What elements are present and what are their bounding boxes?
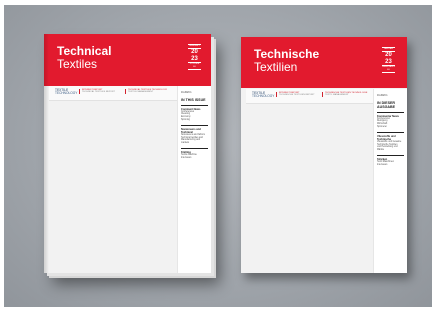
headline-strip: TEXTILE TECHNOLOGY INTEREST REPORT TECHN… [246, 89, 373, 104]
magazine-cover-german: Technische Textilien JANUAR 20 23 JAHRGA… [241, 37, 407, 273]
sidebar-date: 01 2023 1 [181, 91, 192, 94]
headline-subtitle: TECHNISCHE TEXTILIEN REPORT [279, 94, 315, 97]
cover-title-bold: Technical [57, 44, 112, 58]
cover-title-light: Textilien [254, 59, 298, 74]
publisher-logo: TEXTILE TECHNOLOGY [252, 91, 275, 99]
cover-title: Technical Textiles [57, 45, 111, 70]
headline-item: INTEREST REPORT TECHNISCHE TEXTILIEN REP… [276, 91, 315, 98]
headline-subtitle: TECHNICAL TEXTILES REPORT [82, 91, 115, 94]
headline-item: TECHNICAL TEXTILES TECHNOLOGY TEXTILE MA… [125, 88, 167, 95]
sidebar-heading: IN THIS ISSUE [181, 98, 206, 102]
issue-badge: JANUAR 20 23 JAHRGANG 66 [382, 47, 395, 73]
headline-item: TECHNISCHE TEXTILIEN TECHNOLOGIE TEXTIL … [322, 91, 367, 98]
cover-banner: Technical Textiles JANUARY 20 23 VOLUME … [44, 34, 211, 86]
section-rule [181, 125, 208, 127]
cover-title-bold: Technische [254, 47, 320, 61]
magazine-cover-english: Technical Textiles JANUARY 20 23 VOLUME … [44, 34, 211, 273]
section-rule [181, 105, 208, 106]
section-rule [377, 155, 404, 157]
cover-spine-shadow [44, 34, 49, 273]
issue-volume: JAHRGANG 66 [382, 65, 395, 73]
issue-badge: JANUARY 20 23 VOLUME 66 [188, 44, 201, 70]
section-rule [377, 112, 404, 113]
cover-title-light: Textiles [57, 56, 98, 71]
logo-line-2: TECHNOLOGY [252, 94, 275, 99]
section-rule [377, 132, 404, 134]
headline-item: INTEREST REPORT TECHNICAL TEXTILES REPOR… [79, 88, 115, 95]
logo-line-2: TECHNOLOGY [55, 91, 78, 96]
section-line: Interviews [377, 163, 388, 166]
headline-strip: TEXTILE TECHNOLOGY INTEREST REPORT TECHN… [49, 86, 177, 101]
headline-subtitle: TEXTIL MANAGEMENT [325, 94, 349, 97]
section-line: Interviews [181, 156, 192, 159]
issue-volume: VOLUME 66 [188, 62, 201, 70]
headline-subtitle: TEXTILE MANAGEMENT [128, 91, 154, 94]
sidebar-heading: IN DIESER AUSGABE [377, 101, 395, 109]
headline-title: INTEREST REPORT [279, 91, 300, 94]
contents-sidebar: 01 2023 1 IN DIESER AUSGABE Kommentar Ne… [373, 89, 407, 273]
sidebar-date: 01 2023 1 [377, 94, 388, 97]
section-line: Märkte [377, 149, 385, 152]
section-line: Spinning [181, 119, 190, 122]
section-line: Spinnerei [377, 126, 387, 129]
publisher-logo: TEXTILE TECHNOLOGY [55, 88, 78, 96]
cover-banner: Technische Textilien JANUAR 20 23 JAHRGA… [241, 37, 407, 88]
section-line: markets [181, 142, 190, 145]
contents-sidebar: 01 2023 1 IN THIS ISSUE Comment News Con… [177, 86, 211, 273]
cover-title: Technische Textilien [254, 48, 319, 73]
section-rule [181, 148, 208, 150]
